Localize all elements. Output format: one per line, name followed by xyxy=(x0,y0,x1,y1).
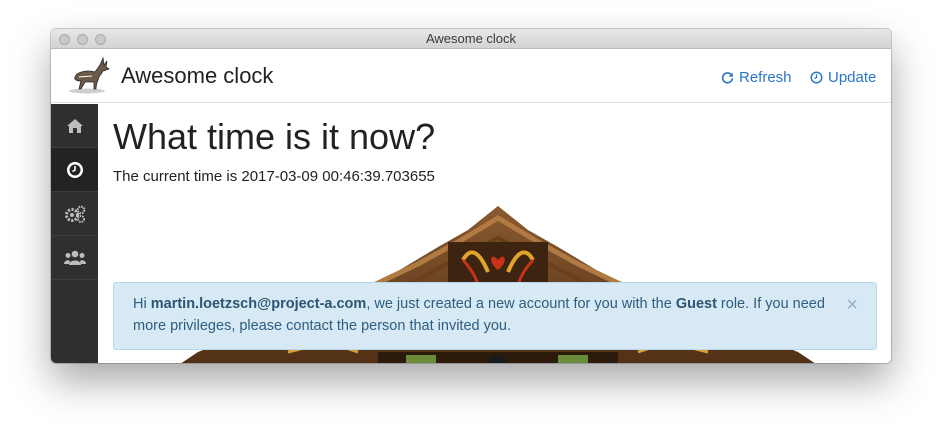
antelope-logo-icon xyxy=(69,56,110,94)
refresh-icon xyxy=(721,72,734,84)
alert-greeting: Hi xyxy=(133,296,151,312)
app-window: Awesome clock Awesome clock Refresh Upda… xyxy=(51,29,891,363)
title-bar[interactable]: Awesome clock xyxy=(51,29,891,49)
clock-icon xyxy=(810,71,823,84)
clock-icon xyxy=(66,161,83,178)
alert-email: martin.loetzsch@project-a.com xyxy=(150,296,367,312)
top-header: Awesome clock Refresh Update xyxy=(51,49,891,103)
sidebar-item-home[interactable] xyxy=(51,104,98,148)
alert-role: Guest xyxy=(675,296,717,312)
home-icon xyxy=(66,118,83,133)
sidebar-item-settings[interactable] xyxy=(51,192,98,236)
update-label: Update xyxy=(828,69,877,86)
cogs-icon xyxy=(64,205,85,223)
current-time-value: 2017-03-09 00:46:39.703655 xyxy=(241,168,435,185)
sidebar-item-clock[interactable] xyxy=(51,148,98,192)
alert-close-button[interactable]: × xyxy=(846,295,858,315)
alert-text-mid: , we just created a new account for you … xyxy=(366,296,676,312)
users-icon xyxy=(63,250,86,265)
minimize-window-button[interactable] xyxy=(77,34,88,45)
sidebar-item-users[interactable] xyxy=(51,236,98,280)
window-title: Awesome clock xyxy=(425,31,517,46)
main-content: What time is it now? The current time is… xyxy=(98,104,891,363)
app-title[interactable]: Awesome clock xyxy=(121,63,273,89)
time-prefix: The current time is xyxy=(113,168,242,185)
close-window-button[interactable] xyxy=(59,34,70,45)
zoom-window-button[interactable] xyxy=(95,34,106,45)
page-title: What time is it now? xyxy=(113,116,436,157)
update-button[interactable]: Update xyxy=(810,69,876,86)
refresh-label: Refresh xyxy=(739,69,792,86)
new-account-alert: Hi martin.loetzsch@project-a.com, we jus… xyxy=(113,282,877,350)
current-time-text: The current time is 2017-03-09 00:46:39.… xyxy=(113,168,435,185)
refresh-button[interactable]: Refresh xyxy=(721,69,792,86)
sidebar xyxy=(51,104,98,363)
